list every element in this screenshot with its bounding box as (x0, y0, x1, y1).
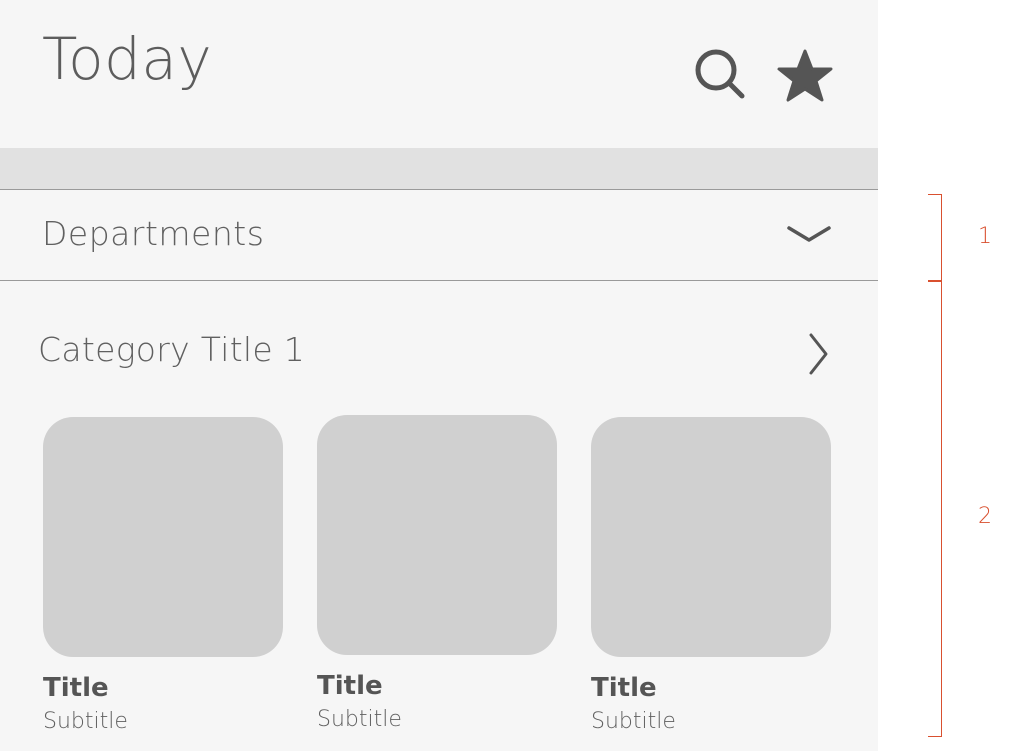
tile-title: Title (43, 673, 109, 703)
tile-title: Title (317, 671, 383, 701)
annotation-bracket-1 (928, 194, 942, 281)
category-header[interactable]: Category Title 1 (0, 310, 878, 390)
star-icon[interactable] (776, 48, 834, 104)
app-header: Today (0, 0, 878, 148)
tile-artwork (317, 415, 557, 655)
app-tile[interactable]: Title Subtitle (43, 417, 283, 734)
departments-label: Departments (42, 214, 265, 253)
annotation-label-2: 2 (978, 504, 992, 529)
tile-title: Title (591, 673, 657, 703)
chevron-right-icon (809, 333, 828, 375)
header-divider-band (0, 148, 878, 190)
app-tile[interactable]: Title Subtitle (317, 415, 557, 732)
annotation-label-1: 1 (978, 224, 992, 249)
app-tile[interactable]: Title Subtitle (591, 417, 831, 734)
tile-subtitle: Subtitle (591, 709, 676, 734)
canvas: Today Departments Category Title 1 Title… (0, 0, 1024, 751)
tile-artwork (591, 417, 831, 657)
search-icon[interactable] (692, 46, 748, 102)
app-screen: Today Departments Category Title 1 Title… (0, 0, 878, 751)
category-title: Category Title 1 (38, 330, 306, 369)
page-title: Today (42, 25, 213, 93)
tile-subtitle: Subtitle (317, 707, 402, 732)
annotation-bracket-2 (928, 281, 942, 737)
departments-dropdown[interactable]: Departments (0, 190, 878, 281)
tile-subtitle: Subtitle (43, 709, 128, 734)
tile-artwork (43, 417, 283, 657)
chevron-down-icon (787, 226, 831, 242)
